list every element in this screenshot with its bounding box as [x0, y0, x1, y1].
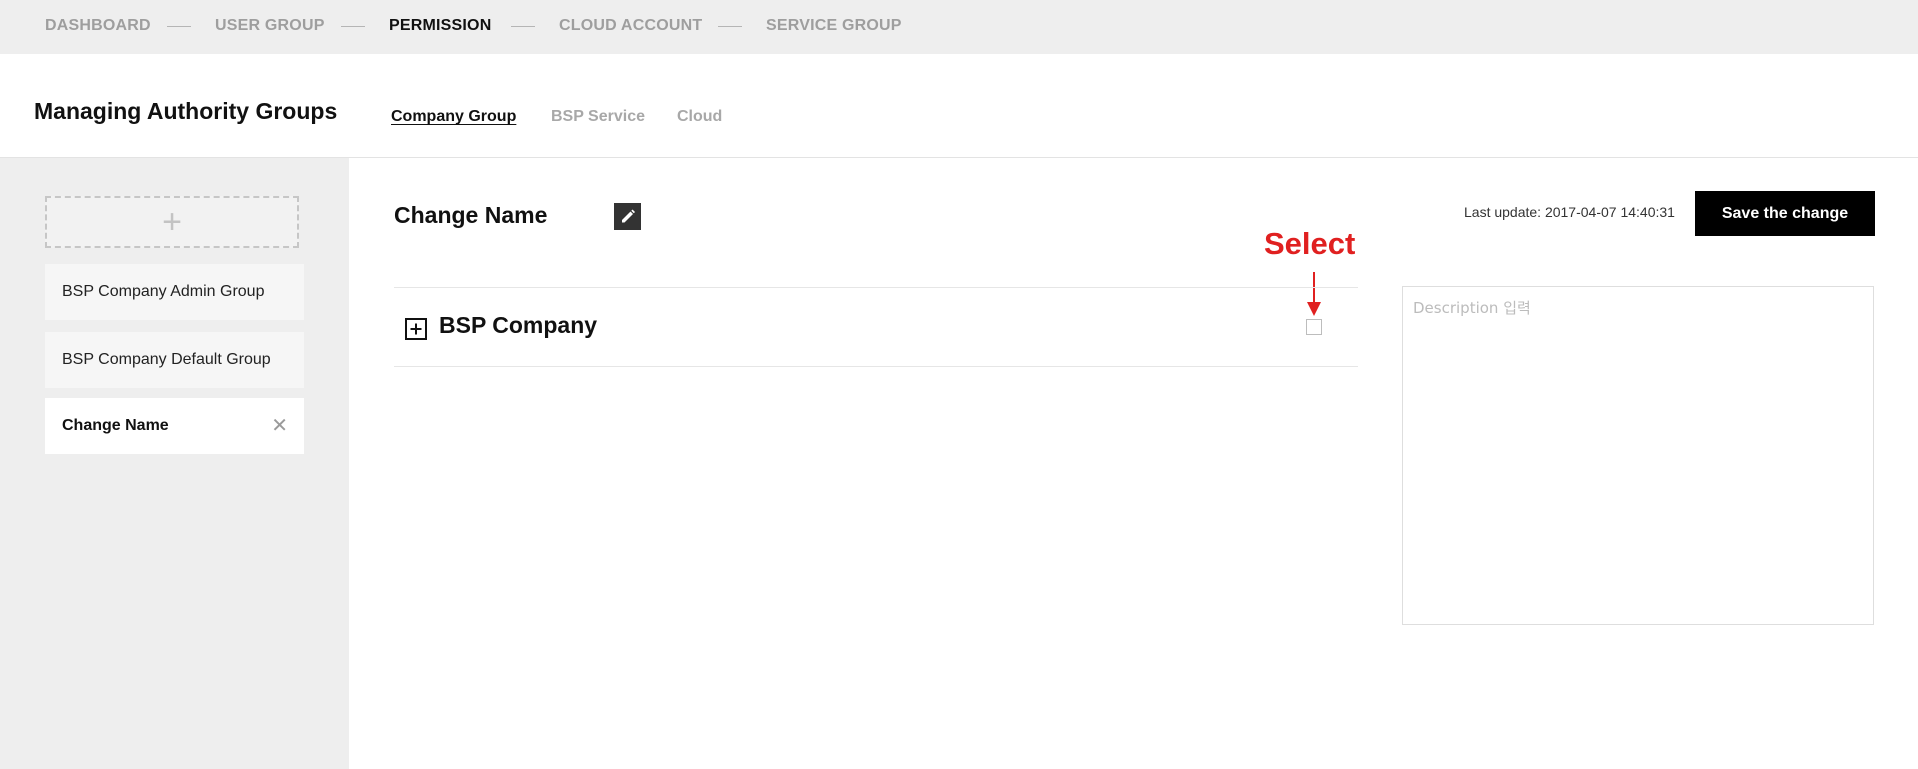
- tab-bsp-service[interactable]: BSP Service: [551, 108, 645, 126]
- tree-node-label: BSP Company: [439, 312, 598, 338]
- annotation-arrow-icon: [1307, 272, 1321, 316]
- group-item-default[interactable]: BSP Company Default Group: [45, 332, 304, 388]
- pencil-icon: [622, 209, 635, 223]
- last-update-text: Last update: 2017-04-07 14:40:31: [1464, 204, 1675, 220]
- plus-square-icon[interactable]: [405, 318, 427, 340]
- tab-company-group[interactable]: Company Group: [391, 108, 516, 126]
- group-item-admin[interactable]: BSP Company Admin Group: [45, 264, 304, 320]
- group-name-title: Change Name: [394, 202, 548, 228]
- group-item-label: Change Name: [62, 417, 169, 434]
- save-changes-button[interactable]: Save the change: [1695, 191, 1875, 236]
- step-cloud-account[interactable]: CLOUD ACCOUNT: [559, 17, 702, 35]
- plus-icon: +: [162, 203, 182, 241]
- tree-node-checkbox[interactable]: [1306, 319, 1322, 335]
- step-user-group[interactable]: USER GROUP: [215, 17, 325, 35]
- step-dashboard[interactable]: DASHBOARD: [45, 17, 151, 35]
- close-icon[interactable]: ✕: [271, 398, 288, 454]
- group-sidebar: + BSP Company Admin Group BSP Company De…: [0, 158, 349, 769]
- add-group-button[interactable]: +: [45, 196, 299, 248]
- select-annotation: Select: [1264, 226, 1356, 261]
- group-item-label: BSP Company Default Group: [62, 351, 271, 368]
- step-separator: [718, 26, 742, 27]
- description-input[interactable]: [1402, 286, 1874, 625]
- page-title: Managing Authority Groups: [34, 98, 338, 124]
- edit-name-button[interactable]: [614, 203, 641, 230]
- step-separator: [167, 26, 191, 27]
- step-navigation: DASHBOARD USER GROUP PERMISSION CLOUD AC…: [0, 0, 1918, 54]
- page-header: Managing Authority Groups Company Group …: [0, 54, 1918, 158]
- step-separator: [511, 26, 535, 27]
- tab-cloud[interactable]: Cloud: [677, 108, 722, 126]
- step-separator: [341, 26, 365, 27]
- step-service-group[interactable]: SERVICE GROUP: [766, 17, 902, 35]
- tree-divider: [394, 366, 1358, 367]
- tree-divider: [394, 287, 1358, 288]
- group-item-label: BSP Company Admin Group: [62, 283, 265, 300]
- group-item-change-name[interactable]: Change Name ✕: [45, 398, 304, 454]
- step-permission[interactable]: PERMISSION: [389, 17, 491, 35]
